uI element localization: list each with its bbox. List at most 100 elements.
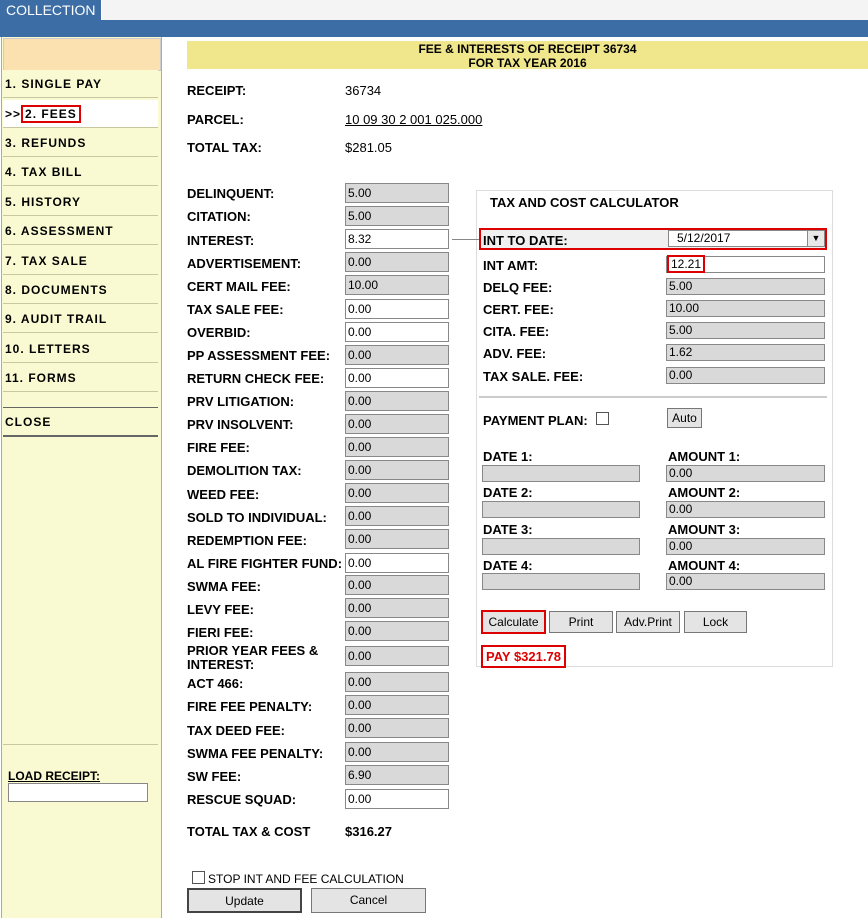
sidebar-item-history[interactable]: 5. HISTORY — [3, 188, 158, 216]
fee-field-levy: 0.00 — [345, 598, 449, 618]
tax-sale-fee-field: 0.00 — [666, 367, 825, 384]
date-2-label: DATE 2: — [483, 485, 533, 500]
lock-button[interactable]: Lock — [684, 611, 747, 633]
fee-input-rescue-squad[interactable]: 0.00 — [345, 789, 449, 809]
fee-label-prv-insolvent: PRV INSOLVENT: — [187, 417, 294, 432]
fee-field-cert-mail: 10.00 — [345, 275, 449, 295]
sidebar-item-label: 9. AUDIT TRAIL — [5, 312, 108, 326]
fee-field-demolition: 0.00 — [345, 460, 449, 480]
load-receipt-input[interactable] — [8, 783, 148, 802]
amount-3-label: AMOUNT 3: — [668, 522, 741, 537]
payment-plan-checkbox[interactable] — [596, 412, 609, 425]
chevron-down-icon[interactable]: ▼ — [807, 231, 824, 246]
sidebar-item-label: 2. FEES — [21, 105, 81, 123]
amount-1-field: 0.00 — [666, 465, 825, 482]
adv-print-button[interactable]: Adv.Print — [616, 611, 680, 633]
sidebar-item-letters[interactable]: 10. LETTERS — [3, 335, 158, 363]
cert-fee-field: 10.00 — [666, 300, 825, 317]
fee-field-sold-to-individual: 0.00 — [345, 506, 449, 526]
sidebar-item-documents[interactable]: 8. DOCUMENTS — [3, 276, 158, 304]
fee-label-return-check: RETURN CHECK FEE: — [187, 371, 325, 386]
payment-plan-label: PAYMENT PLAN: — [483, 413, 588, 428]
divider — [3, 744, 158, 745]
cancel-button[interactable]: Cancel — [311, 888, 426, 913]
stop-calc-label: STOP INT AND FEE CALCULATION — [208, 872, 404, 886]
fee-field-advertisement: 0.00 — [345, 252, 449, 272]
fee-label-demolition: DEMOLITION TAX: — [187, 463, 302, 478]
calculate-button[interactable]: Calculate — [481, 610, 546, 634]
fee-label-prior-year: PRIOR YEAR FEES & INTEREST: — [187, 643, 319, 672]
fee-field-fire-penalty: 0.00 — [345, 695, 449, 715]
fee-field-citation: 5.00 — [345, 206, 449, 226]
fee-label-cert-mail: CERT MAIL FEE: — [187, 279, 291, 294]
fee-label-redemption: REDEMPTION FEE: — [187, 533, 307, 548]
fee-input-al-fire-fighter[interactable]: 0.00 — [345, 553, 449, 573]
sidebar-item-tax-bill[interactable]: 4. TAX BILL — [3, 158, 158, 186]
divider — [479, 396, 827, 398]
fee-label-overbid: OVERBID: — [187, 325, 251, 340]
sidebar-item-close[interactable]: CLOSE — [3, 408, 158, 437]
fee-label-sw: SW FEE: — [187, 769, 242, 784]
calculator-title: TAX AND COST CALCULATOR — [490, 195, 679, 210]
fee-field-prior-year: 0.00 — [345, 646, 449, 666]
amount-4-label: AMOUNT 4: — [668, 558, 741, 573]
fee-input-overbid[interactable]: 0.00 — [345, 322, 449, 342]
sidebar-item-label: 10. LETTERS — [5, 342, 91, 356]
sidebar-header — [3, 38, 161, 71]
sidebar-item-forms[interactable]: 11. FORMS — [3, 364, 158, 392]
fee-input-interest[interactable]: 8.32 — [345, 229, 449, 249]
receipt-label: RECEIPT: — [187, 83, 247, 98]
receipt-value: 36734 — [345, 83, 382, 98]
sidebar-item-label: 5. HISTORY — [5, 195, 82, 209]
sidebar-item-label: 4. TAX BILL — [5, 165, 83, 179]
fee-field-delinquent: 5.00 — [345, 183, 449, 203]
fee-label-delinquent: DELINQUENT: — [187, 186, 275, 201]
sidebar-item-label: CLOSE — [5, 415, 52, 429]
sidebar-item-audit-trail[interactable]: 9. AUDIT TRAIL — [3, 305, 158, 333]
int-to-date-select[interactable]: 5/12/2017 ▼ — [668, 230, 825, 247]
fee-label-citation: CITATION: — [187, 209, 251, 224]
fee-label-sold-to-individual: SOLD TO INDIVIDUAL: — [187, 510, 327, 525]
fee-input-return-check[interactable]: 0.00 — [345, 368, 449, 388]
fee-label-swma-penalty: SWMA FEE PENALTY: — [187, 746, 324, 761]
delq-fee-label: DELQ FEE: — [483, 280, 553, 295]
total-tax-label: TOTAL TAX: — [187, 140, 262, 155]
fee-field-tax-deed: 0.00 — [345, 718, 449, 738]
date-4-field — [482, 573, 640, 590]
date-3-field — [482, 538, 640, 555]
fee-field-weed: 0.00 — [345, 483, 449, 503]
print-button[interactable]: Print — [549, 611, 613, 633]
fee-field-prv-insolvent: 0.00 — [345, 414, 449, 434]
tab-strip — [100, 0, 868, 20]
sidebar-item-refunds[interactable]: 3. REFUNDS — [3, 129, 158, 157]
sidebar-item-assessment[interactable]: 6. ASSESSMENT — [3, 217, 158, 245]
int-to-date-value: 5/12/2017 — [677, 231, 731, 245]
update-button[interactable]: Update — [187, 888, 302, 913]
sidebar-item-fees[interactable]: >> 2. FEES — [3, 100, 158, 128]
fee-label-levy: LEVY FEE: — [187, 602, 254, 617]
fee-label-tax-sale: TAX SALE FEE: — [187, 302, 284, 317]
fee-field-redemption: 0.00 — [345, 529, 449, 549]
fee-label-interest: INTEREST: — [187, 233, 255, 248]
sidebar-item-label: 11. FORMS — [5, 371, 77, 385]
fee-label-advertisement: ADVERTISEMENT: — [187, 256, 302, 271]
auto-button[interactable]: Auto — [667, 408, 702, 428]
fee-field-prv-litigation: 0.00 — [345, 391, 449, 411]
amount-4-field: 0.00 — [666, 573, 825, 590]
date-1-field — [482, 465, 640, 482]
int-amt-label: INT AMT: — [483, 258, 539, 273]
sidebar-item-tax-sale[interactable]: 7. TAX SALE — [3, 247, 158, 275]
sidebar-item-single-pay[interactable]: 1. SINGLE PAY — [3, 70, 158, 98]
current-marker: >> — [5, 107, 22, 121]
sidebar-item-label: 8. DOCUMENTS — [5, 283, 108, 297]
stop-calc-checkbox[interactable] — [192, 871, 205, 884]
cert-fee-label: CERT. FEE: — [483, 302, 554, 317]
delq-fee-field: 5.00 — [666, 278, 825, 295]
fee-input-tax-sale[interactable]: 0.00 — [345, 299, 449, 319]
int-amt-input[interactable]: 12.21 — [666, 255, 825, 273]
total-tax-value: $281.05 — [345, 140, 392, 155]
tab-collection[interactable]: COLLECTION — [0, 0, 103, 20]
parcel-link[interactable]: 10 09 30 2 001 025.000 — [345, 112, 482, 127]
fee-field-swma: 0.00 — [345, 575, 449, 595]
int-to-date-label: INT TO DATE: — [483, 233, 568, 248]
